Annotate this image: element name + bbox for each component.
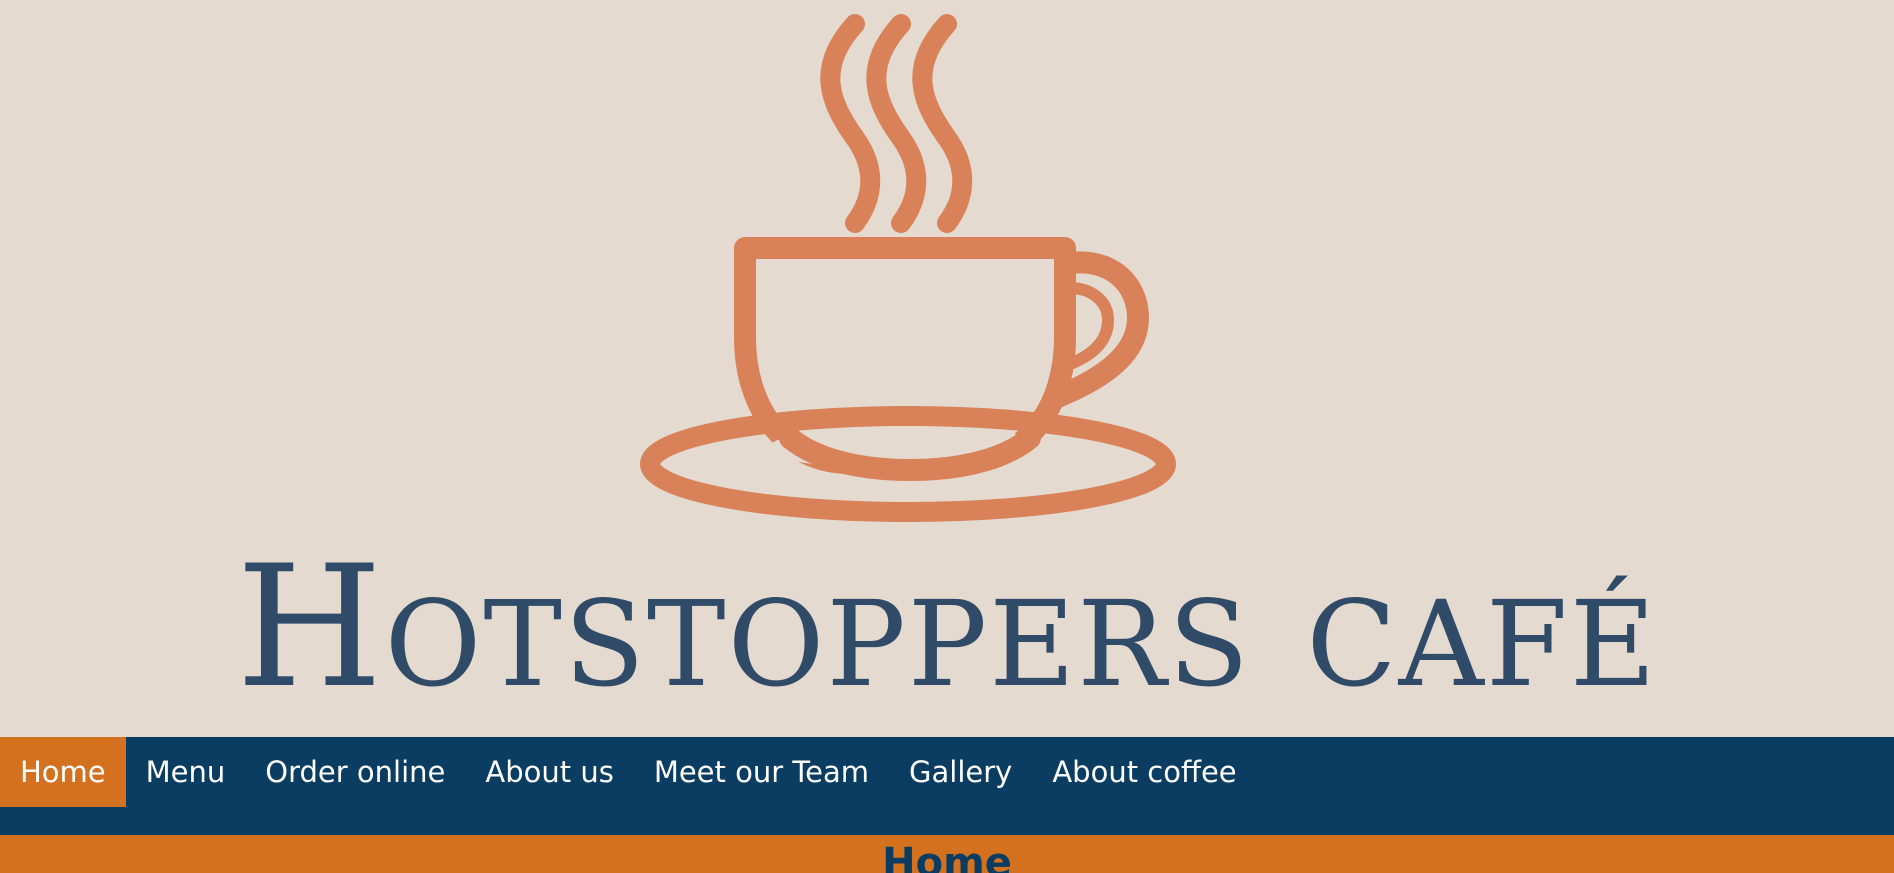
main-navigation: Home Menu Order online About us Meet our…: [0, 737, 1894, 835]
page: Hotstoppers café Home Menu Order online …: [0, 0, 1894, 873]
nav-item-gallery[interactable]: Gallery: [889, 737, 1032, 807]
nav-item-about-coffee[interactable]: About coffee: [1032, 737, 1256, 807]
nav-item-meet-our-team[interactable]: Meet our Team: [634, 737, 889, 807]
home-section-header: Home: [0, 835, 1894, 873]
header-banner: Hotstoppers café: [0, 0, 1894, 737]
nav-list: Home Menu Order online About us Meet our…: [0, 737, 1894, 807]
nav-item-menu[interactable]: Menu: [126, 737, 246, 807]
page-title: Home: [882, 840, 1012, 873]
nav-item-home[interactable]: Home: [0, 737, 126, 807]
nav-item-order-online[interactable]: Order online: [245, 737, 465, 807]
nav-item-about-us[interactable]: About us: [465, 737, 633, 807]
coffee-cup-icon: [640, 14, 1176, 522]
brand-title: Hotstoppers café: [236, 529, 1658, 725]
